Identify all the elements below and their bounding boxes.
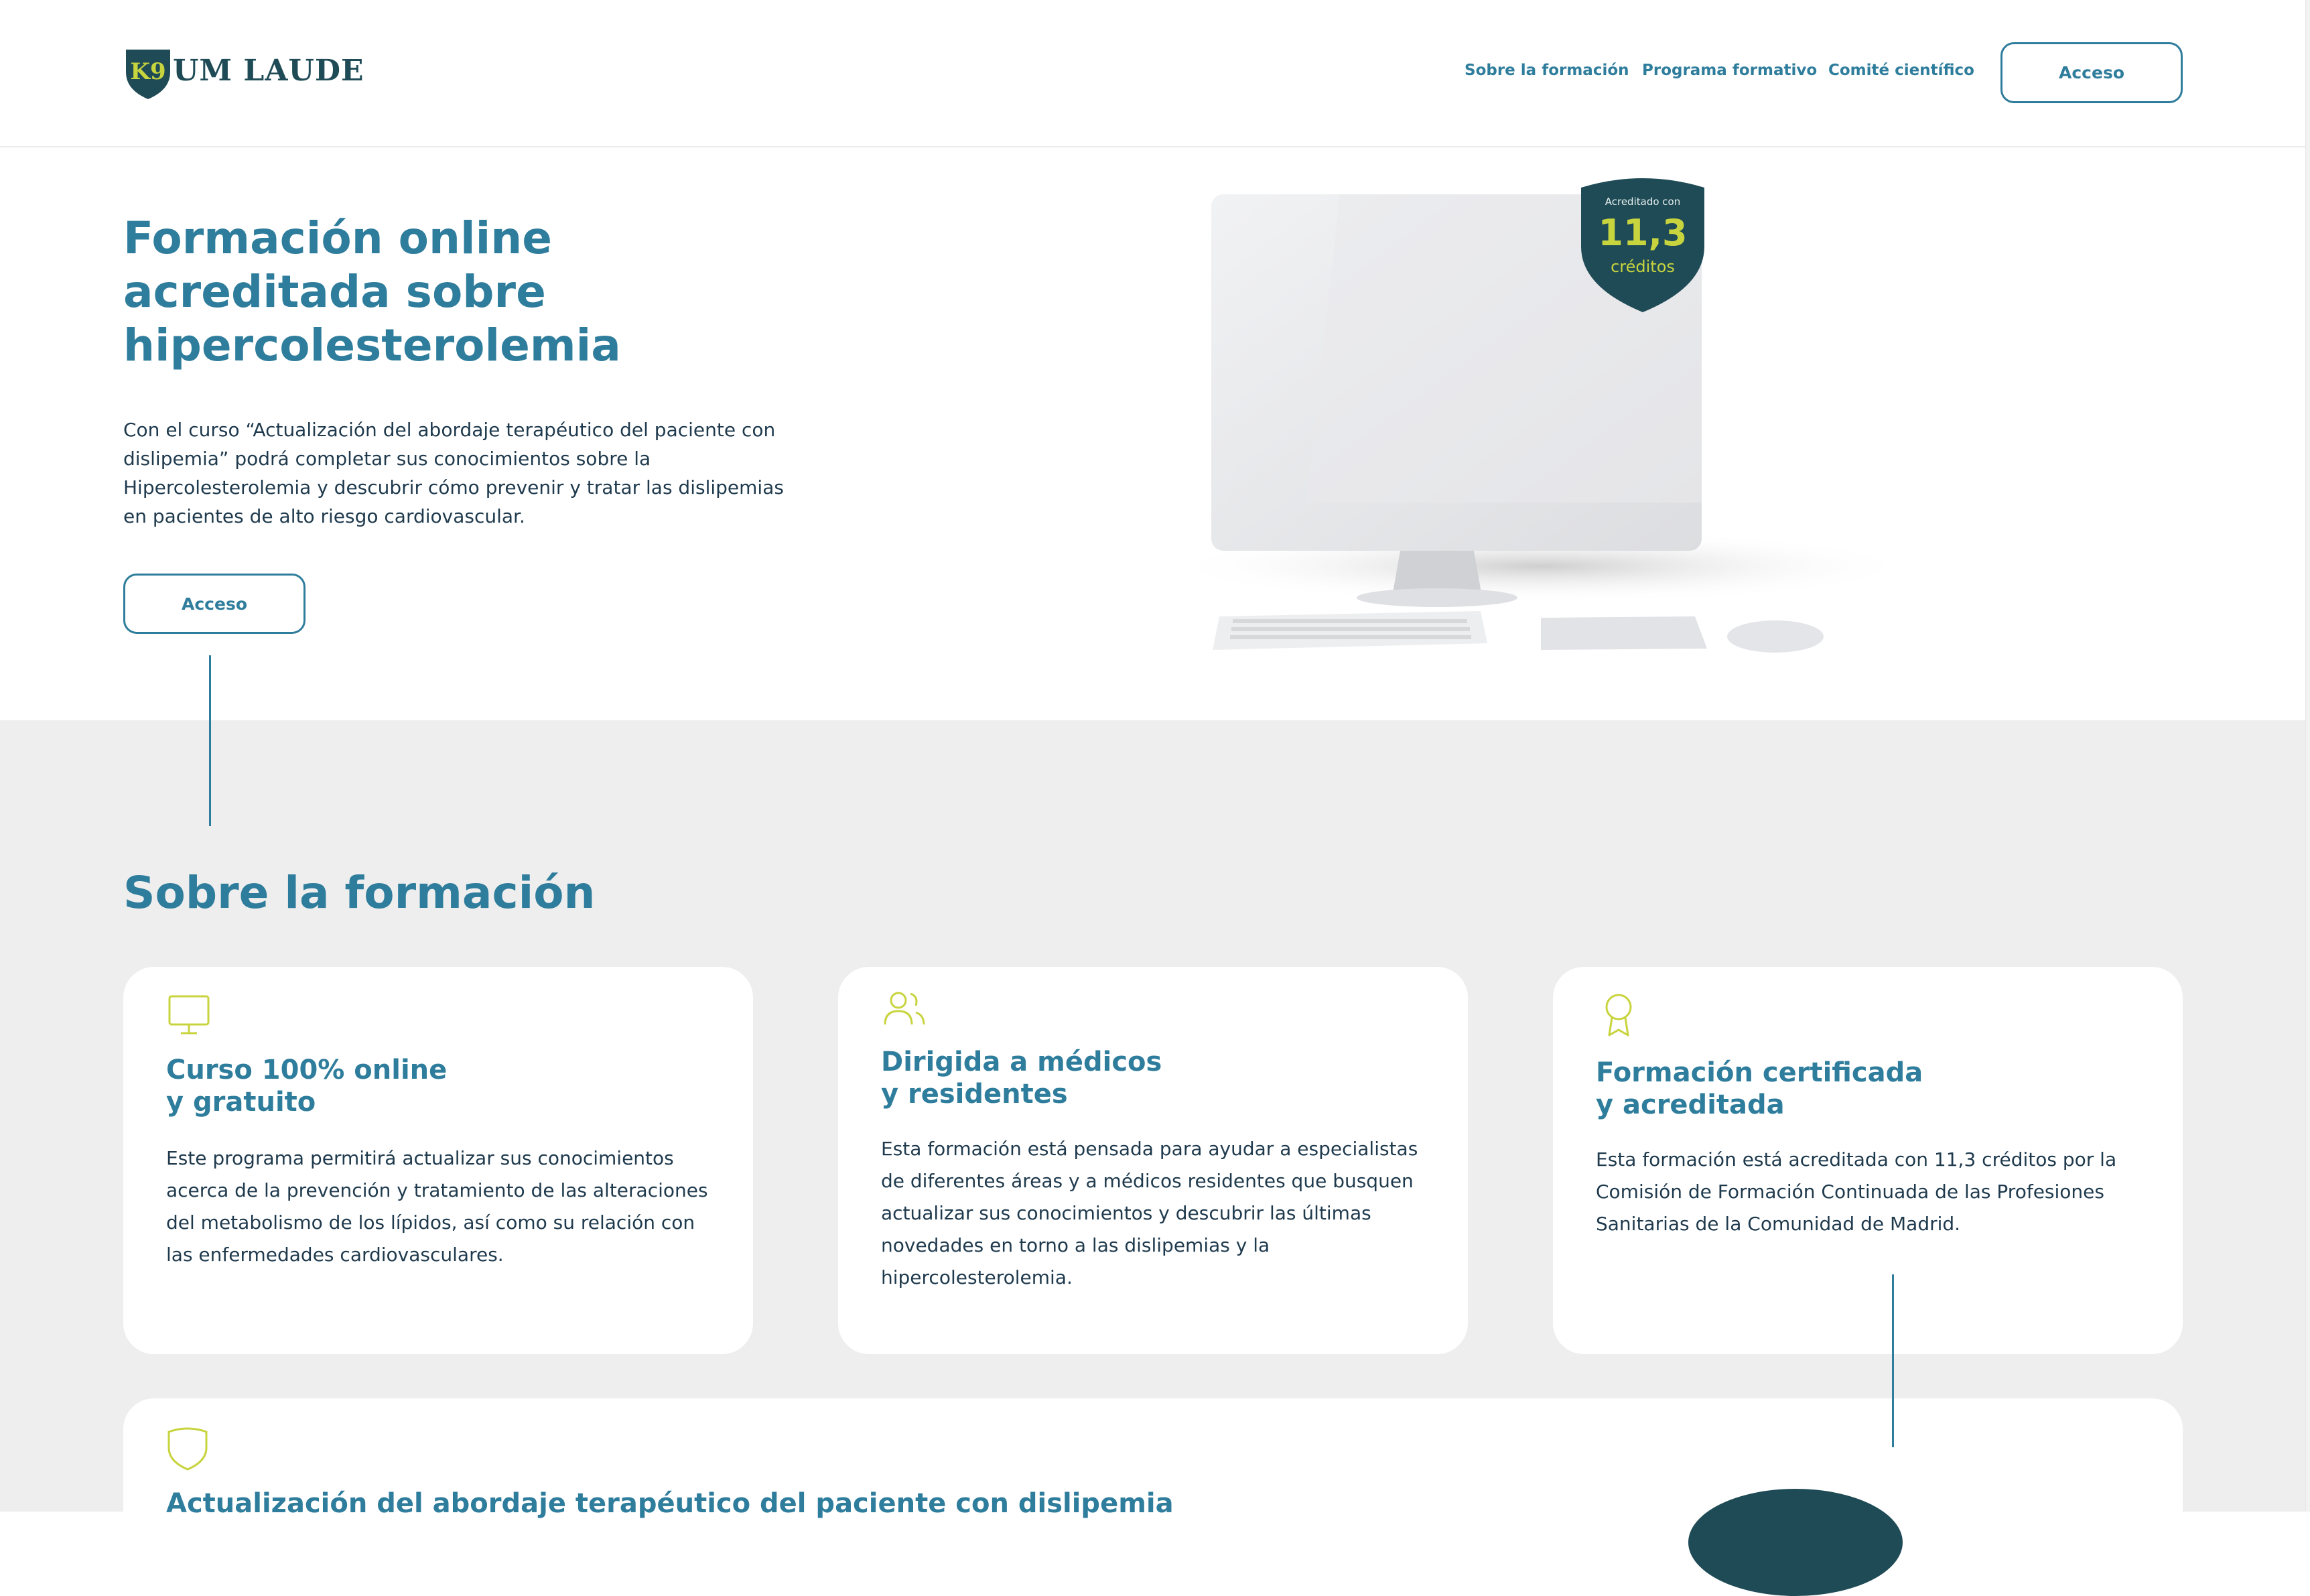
decorative-line bbox=[209, 655, 211, 826]
nav-sobre-la-formacion[interactable]: Sobre la formación bbox=[1465, 62, 1629, 79]
feature-card-online: Curso 100% online y gratuito Este progra… bbox=[123, 967, 753, 1354]
badge-small-text: Acreditado con bbox=[1605, 196, 1681, 208]
hero-description: Con el curso “Actualización del abordaje… bbox=[123, 419, 784, 527]
nav-comite-cientifico[interactable]: Comité científico bbox=[1828, 62, 1974, 79]
shield-icon bbox=[167, 1427, 208, 1471]
card-title-line: y acreditada bbox=[1596, 1089, 1785, 1120]
credits-badge: Acreditado con 11,3 créditos bbox=[1576, 173, 1710, 315]
users-icon bbox=[884, 992, 925, 1025]
feature-card-medicos: Dirigida a médicos y residentes Esta for… bbox=[838, 967, 1468, 1354]
logo-shield-icon: K9 bbox=[126, 50, 170, 99]
card-text: Este programa permitirá actualizar sus c… bbox=[166, 1147, 708, 1266]
card-title: Dirigida a médicos y residentes bbox=[881, 1046, 1417, 1110]
card-text: Esta formación está pensada para ayudar … bbox=[881, 1138, 1418, 1288]
section-title: Sobre la formación bbox=[123, 867, 596, 919]
card-title-line: y residentes bbox=[881, 1079, 1068, 1110]
logo-mark: K9 bbox=[130, 58, 165, 85]
computer-illustration bbox=[1166, 194, 1916, 653]
card-title-line: y gratuito bbox=[166, 1087, 316, 1118]
logo-text: UM LAUDE bbox=[173, 54, 364, 88]
header-access-button[interactable]: Acceso bbox=[2000, 42, 2183, 103]
scrollbar[interactable] bbox=[2305, 0, 2310, 1512]
card-title: Formación certificada y acreditada bbox=[1596, 1057, 2132, 1121]
card-title: Curso 100% online y gratuito bbox=[166, 1054, 702, 1118]
logo[interactable]: K9 UM LAUDE bbox=[123, 46, 364, 102]
hero-title-line: hipercolesterolemia bbox=[123, 320, 621, 371]
card-title-line: Formación certificada bbox=[1596, 1057, 1923, 1088]
card-text: Esta formación está acreditada con 11,3 … bbox=[1596, 1148, 2117, 1235]
card-title-line: Dirigida a médicos bbox=[881, 1047, 1162, 1077]
decorative-line bbox=[1892, 1274, 1894, 1447]
hero-title-line: acreditada sobre bbox=[123, 266, 546, 318]
hero-title-line: Formación online bbox=[123, 212, 552, 264]
badge-unit: créditos bbox=[1611, 257, 1675, 276]
site-header: K9 UM LAUDE Sobre la formación Programa … bbox=[0, 0, 2310, 147]
feature-card-certificada: Formación certificada y acreditada Esta … bbox=[1553, 967, 2183, 1354]
hero-title: Formación online acreditada sobre hiperc… bbox=[123, 212, 860, 373]
award-icon bbox=[1605, 994, 1632, 1037]
hero-access-button[interactable]: Acceso bbox=[123, 574, 305, 634]
card-title-line: Curso 100% online bbox=[166, 1055, 448, 1085]
nav-programa-formativo[interactable]: Programa formativo bbox=[1642, 62, 1817, 79]
badge-number: 11,3 bbox=[1598, 212, 1688, 254]
course-title: Actualización del abordaje terapéutico d… bbox=[166, 1488, 1174, 1519]
monitor-icon bbox=[168, 995, 210, 1035]
decorative-circle bbox=[1688, 1489, 1903, 1596]
